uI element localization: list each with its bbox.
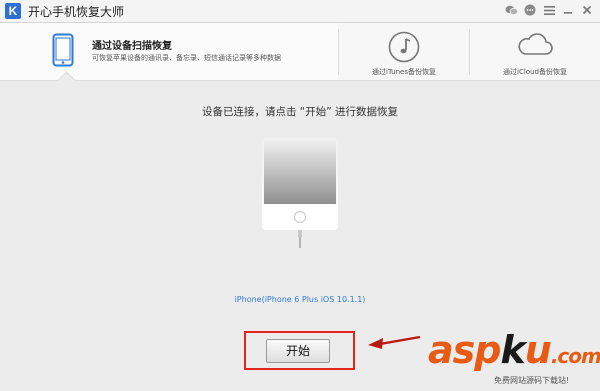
device-illustration	[260, 138, 340, 248]
tab-device-scan[interactable]: 通过设备扫描恢复 可恢复苹果设备的通讯录、备忘录、短信通话记录等多种数据	[0, 23, 338, 90]
title-bar: K 开心手机恢复大师	[0, 0, 600, 23]
status-message: 设备已连接，请点击 “开始” 进行数据恢复	[201, 106, 399, 118]
tab-itunes-label: 通过iTunes备份恢复	[372, 68, 436, 76]
active-tab-pointer	[57, 71, 76, 90]
watermark-subtitle: 免费网站源码下载站!	[494, 376, 570, 385]
music-note-icon	[388, 31, 420, 67]
menu-icon[interactable]	[542, 3, 556, 17]
annotation-arrow-icon	[366, 333, 422, 357]
app-window: K 开心手机恢复大师 通过设备扫描恢复 可恢复苹果设备的通讯录、备忘录、短信通话…	[0, 0, 600, 391]
app-logo: K	[5, 3, 21, 19]
mode-tabs: 通过设备扫描恢复 可恢复苹果设备的通讯录、备忘录、短信通话记录等多种数据 通过i…	[0, 23, 600, 90]
close-icon[interactable]	[580, 3, 594, 17]
tab-itunes-backup[interactable]: 通过iTunes备份恢复	[339, 23, 469, 80]
window-controls	[504, 3, 594, 17]
tab-device-scan-title: 通过设备扫描恢复	[92, 41, 172, 52]
wechat-icon[interactable]	[504, 3, 518, 17]
feedback-icon[interactable]	[523, 3, 537, 17]
tab-icloud-label: 通过iCloud备份恢复	[503, 68, 567, 76]
app-title: 开心手机恢复大师	[28, 5, 125, 19]
start-button[interactable]: 开始	[266, 339, 330, 363]
phone-icon	[52, 33, 74, 71]
tab-icloud-backup[interactable]: 通过iCloud备份恢复	[470, 23, 600, 80]
watermark-logo: aspku.com	[428, 328, 600, 372]
tab-device-scan-subtitle: 可恢复苹果设备的通讯录、备忘录、短信通话记录等多种数据	[92, 54, 281, 62]
minimize-icon[interactable]	[561, 3, 575, 17]
device-model-label: iPhone(iPhone 6 Plus iOS 10.1.1)	[234, 295, 366, 304]
cloud-icon	[516, 31, 554, 61]
